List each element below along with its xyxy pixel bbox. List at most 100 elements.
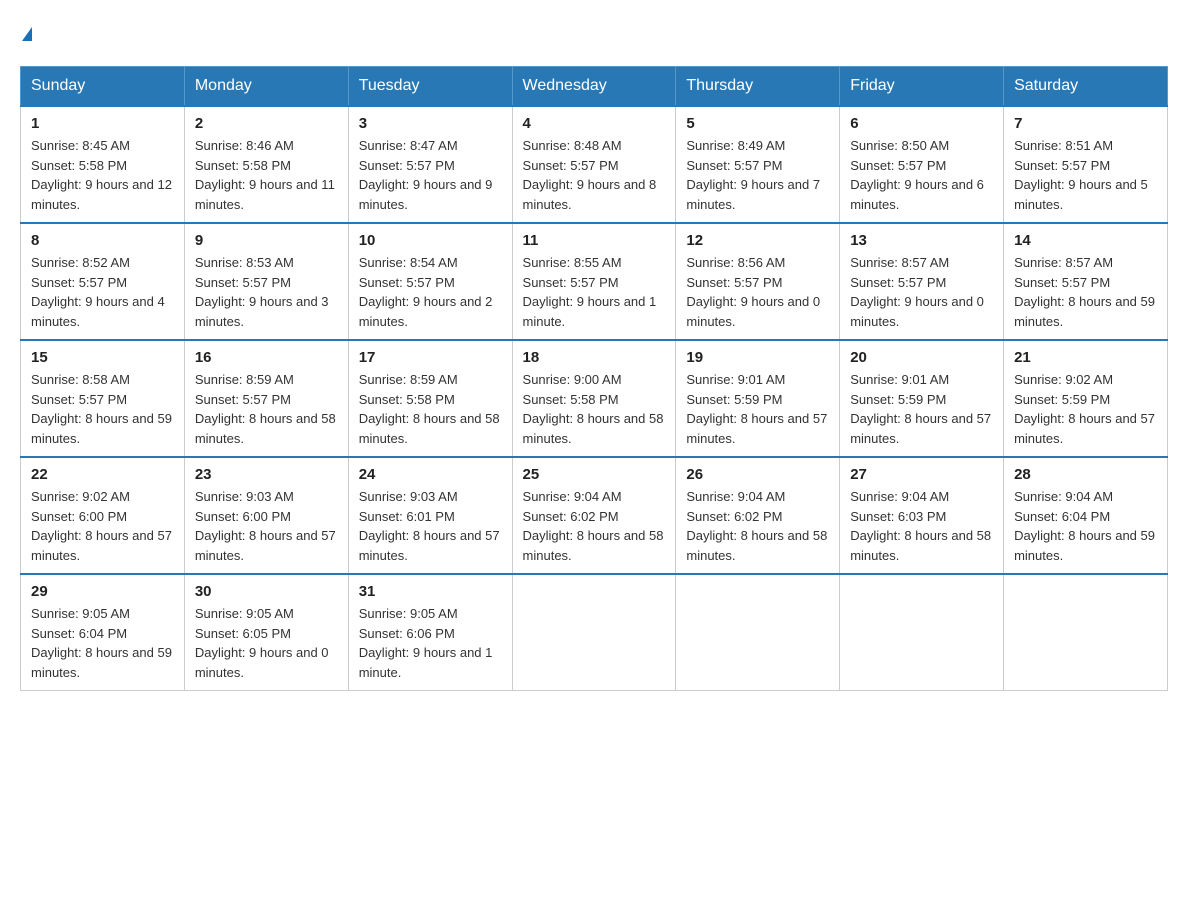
sunset-label: Sunset: 6:04 PM [1014, 509, 1110, 524]
calendar-cell: 3 Sunrise: 8:47 AM Sunset: 5:57 PM Dayli… [348, 106, 512, 223]
day-info: Sunrise: 9:04 AM Sunset: 6:02 PM Dayligh… [523, 487, 666, 565]
page-header [20, 20, 1168, 46]
week-row-2: 8 Sunrise: 8:52 AM Sunset: 5:57 PM Dayli… [21, 223, 1168, 340]
sunset-label: Sunset: 5:57 PM [850, 275, 946, 290]
day-number: 7 [1014, 115, 1157, 132]
sunset-label: Sunset: 5:57 PM [31, 275, 127, 290]
daylight-label: Daylight: 9 hours and 6 minutes. [850, 177, 984, 212]
calendar-cell [840, 574, 1004, 691]
calendar-cell: 10 Sunrise: 8:54 AM Sunset: 5:57 PM Dayl… [348, 223, 512, 340]
day-number: 30 [195, 583, 338, 600]
daylight-label: Daylight: 9 hours and 0 minutes. [195, 645, 329, 680]
day-number: 20 [850, 349, 993, 366]
daylight-label: Daylight: 9 hours and 0 minutes. [850, 294, 984, 329]
sunrise-label: Sunrise: 8:57 AM [850, 255, 949, 270]
day-number: 15 [31, 349, 174, 366]
daylight-label: Daylight: 8 hours and 58 minutes. [686, 528, 827, 563]
daylight-label: Daylight: 8 hours and 57 minutes. [1014, 411, 1155, 446]
daylight-label: Daylight: 8 hours and 59 minutes. [31, 411, 172, 446]
calendar-cell: 19 Sunrise: 9:01 AM Sunset: 5:59 PM Dayl… [676, 340, 840, 457]
day-info: Sunrise: 8:50 AM Sunset: 5:57 PM Dayligh… [850, 136, 993, 214]
day-info: Sunrise: 9:03 AM Sunset: 6:00 PM Dayligh… [195, 487, 338, 565]
daylight-label: Daylight: 9 hours and 4 minutes. [31, 294, 165, 329]
day-info: Sunrise: 9:04 AM Sunset: 6:03 PM Dayligh… [850, 487, 993, 565]
day-number: 4 [523, 115, 666, 132]
calendar-cell: 11 Sunrise: 8:55 AM Sunset: 5:57 PM Dayl… [512, 223, 676, 340]
sunrise-label: Sunrise: 8:53 AM [195, 255, 294, 270]
sunset-label: Sunset: 5:57 PM [359, 158, 455, 173]
calendar-cell: 2 Sunrise: 8:46 AM Sunset: 5:58 PM Dayli… [184, 106, 348, 223]
sunset-label: Sunset: 6:00 PM [31, 509, 127, 524]
day-number: 13 [850, 232, 993, 249]
daylight-label: Daylight: 8 hours and 58 minutes. [359, 411, 500, 446]
calendar-cell: 5 Sunrise: 8:49 AM Sunset: 5:57 PM Dayli… [676, 106, 840, 223]
day-header-saturday: Saturday [1004, 67, 1168, 107]
sunrise-label: Sunrise: 9:05 AM [31, 606, 130, 621]
sunrise-label: Sunrise: 8:54 AM [359, 255, 458, 270]
day-info: Sunrise: 9:03 AM Sunset: 6:01 PM Dayligh… [359, 487, 502, 565]
day-info: Sunrise: 9:05 AM Sunset: 6:06 PM Dayligh… [359, 604, 502, 682]
sunrise-label: Sunrise: 9:05 AM [359, 606, 458, 621]
sunset-label: Sunset: 6:01 PM [359, 509, 455, 524]
logo-top [20, 20, 32, 46]
daylight-label: Daylight: 9 hours and 11 minutes. [195, 177, 335, 212]
day-info: Sunrise: 9:05 AM Sunset: 6:05 PM Dayligh… [195, 604, 338, 682]
day-info: Sunrise: 9:04 AM Sunset: 6:04 PM Dayligh… [1014, 487, 1157, 565]
day-info: Sunrise: 8:48 AM Sunset: 5:57 PM Dayligh… [523, 136, 666, 214]
daylight-label: Daylight: 8 hours and 59 minutes. [1014, 294, 1155, 329]
calendar-cell: 29 Sunrise: 9:05 AM Sunset: 6:04 PM Dayl… [21, 574, 185, 691]
day-info: Sunrise: 8:57 AM Sunset: 5:57 PM Dayligh… [1014, 253, 1157, 331]
calendar-cell: 26 Sunrise: 9:04 AM Sunset: 6:02 PM Dayl… [676, 457, 840, 574]
day-number: 2 [195, 115, 338, 132]
sunrise-label: Sunrise: 8:58 AM [31, 372, 130, 387]
day-number: 1 [31, 115, 174, 132]
daylight-label: Daylight: 8 hours and 58 minutes. [523, 411, 664, 446]
day-info: Sunrise: 9:04 AM Sunset: 6:02 PM Dayligh… [686, 487, 829, 565]
sunrise-label: Sunrise: 8:59 AM [359, 372, 458, 387]
week-row-5: 29 Sunrise: 9:05 AM Sunset: 6:04 PM Dayl… [21, 574, 1168, 691]
sunset-label: Sunset: 5:57 PM [1014, 275, 1110, 290]
sunset-label: Sunset: 6:04 PM [31, 626, 127, 641]
day-info: Sunrise: 8:58 AM Sunset: 5:57 PM Dayligh… [31, 370, 174, 448]
calendar-cell [512, 574, 676, 691]
calendar-cell: 16 Sunrise: 8:59 AM Sunset: 5:57 PM Dayl… [184, 340, 348, 457]
daylight-label: Daylight: 8 hours and 57 minutes. [31, 528, 172, 563]
day-header-wednesday: Wednesday [512, 67, 676, 107]
sunrise-label: Sunrise: 9:00 AM [523, 372, 622, 387]
day-number: 9 [195, 232, 338, 249]
sunrise-label: Sunrise: 8:47 AM [359, 138, 458, 153]
day-info: Sunrise: 9:01 AM Sunset: 5:59 PM Dayligh… [850, 370, 993, 448]
day-info: Sunrise: 8:55 AM Sunset: 5:57 PM Dayligh… [523, 253, 666, 331]
week-row-1: 1 Sunrise: 8:45 AM Sunset: 5:58 PM Dayli… [21, 106, 1168, 223]
calendar-cell: 17 Sunrise: 8:59 AM Sunset: 5:58 PM Dayl… [348, 340, 512, 457]
day-number: 25 [523, 466, 666, 483]
day-info: Sunrise: 8:49 AM Sunset: 5:57 PM Dayligh… [686, 136, 829, 214]
day-number: 27 [850, 466, 993, 483]
day-number: 23 [195, 466, 338, 483]
sunrise-label: Sunrise: 8:50 AM [850, 138, 949, 153]
sunrise-label: Sunrise: 9:03 AM [195, 489, 294, 504]
calendar-cell: 30 Sunrise: 9:05 AM Sunset: 6:05 PM Dayl… [184, 574, 348, 691]
day-number: 18 [523, 349, 666, 366]
calendar-cell: 24 Sunrise: 9:03 AM Sunset: 6:01 PM Dayl… [348, 457, 512, 574]
daylight-label: Daylight: 8 hours and 58 minutes. [523, 528, 664, 563]
day-header-thursday: Thursday [676, 67, 840, 107]
day-header-friday: Friday [840, 67, 1004, 107]
daylight-label: Daylight: 9 hours and 1 minute. [523, 294, 657, 329]
sunrise-label: Sunrise: 9:04 AM [1014, 489, 1113, 504]
day-info: Sunrise: 8:52 AM Sunset: 5:57 PM Dayligh… [31, 253, 174, 331]
day-info: Sunrise: 8:59 AM Sunset: 5:58 PM Dayligh… [359, 370, 502, 448]
day-number: 14 [1014, 232, 1157, 249]
sunrise-label: Sunrise: 8:55 AM [523, 255, 622, 270]
daylight-label: Daylight: 9 hours and 1 minute. [359, 645, 493, 680]
day-info: Sunrise: 8:51 AM Sunset: 5:57 PM Dayligh… [1014, 136, 1157, 214]
calendar-cell: 25 Sunrise: 9:04 AM Sunset: 6:02 PM Dayl… [512, 457, 676, 574]
day-number: 10 [359, 232, 502, 249]
daylight-label: Daylight: 9 hours and 9 minutes. [359, 177, 493, 212]
calendar-cell: 15 Sunrise: 8:58 AM Sunset: 5:57 PM Dayl… [21, 340, 185, 457]
sunrise-label: Sunrise: 8:57 AM [1014, 255, 1113, 270]
daylight-label: Daylight: 9 hours and 12 minutes. [31, 177, 172, 212]
day-header-tuesday: Tuesday [348, 67, 512, 107]
calendar-header-row: SundayMondayTuesdayWednesdayThursdayFrid… [21, 67, 1168, 107]
sunset-label: Sunset: 5:58 PM [31, 158, 127, 173]
